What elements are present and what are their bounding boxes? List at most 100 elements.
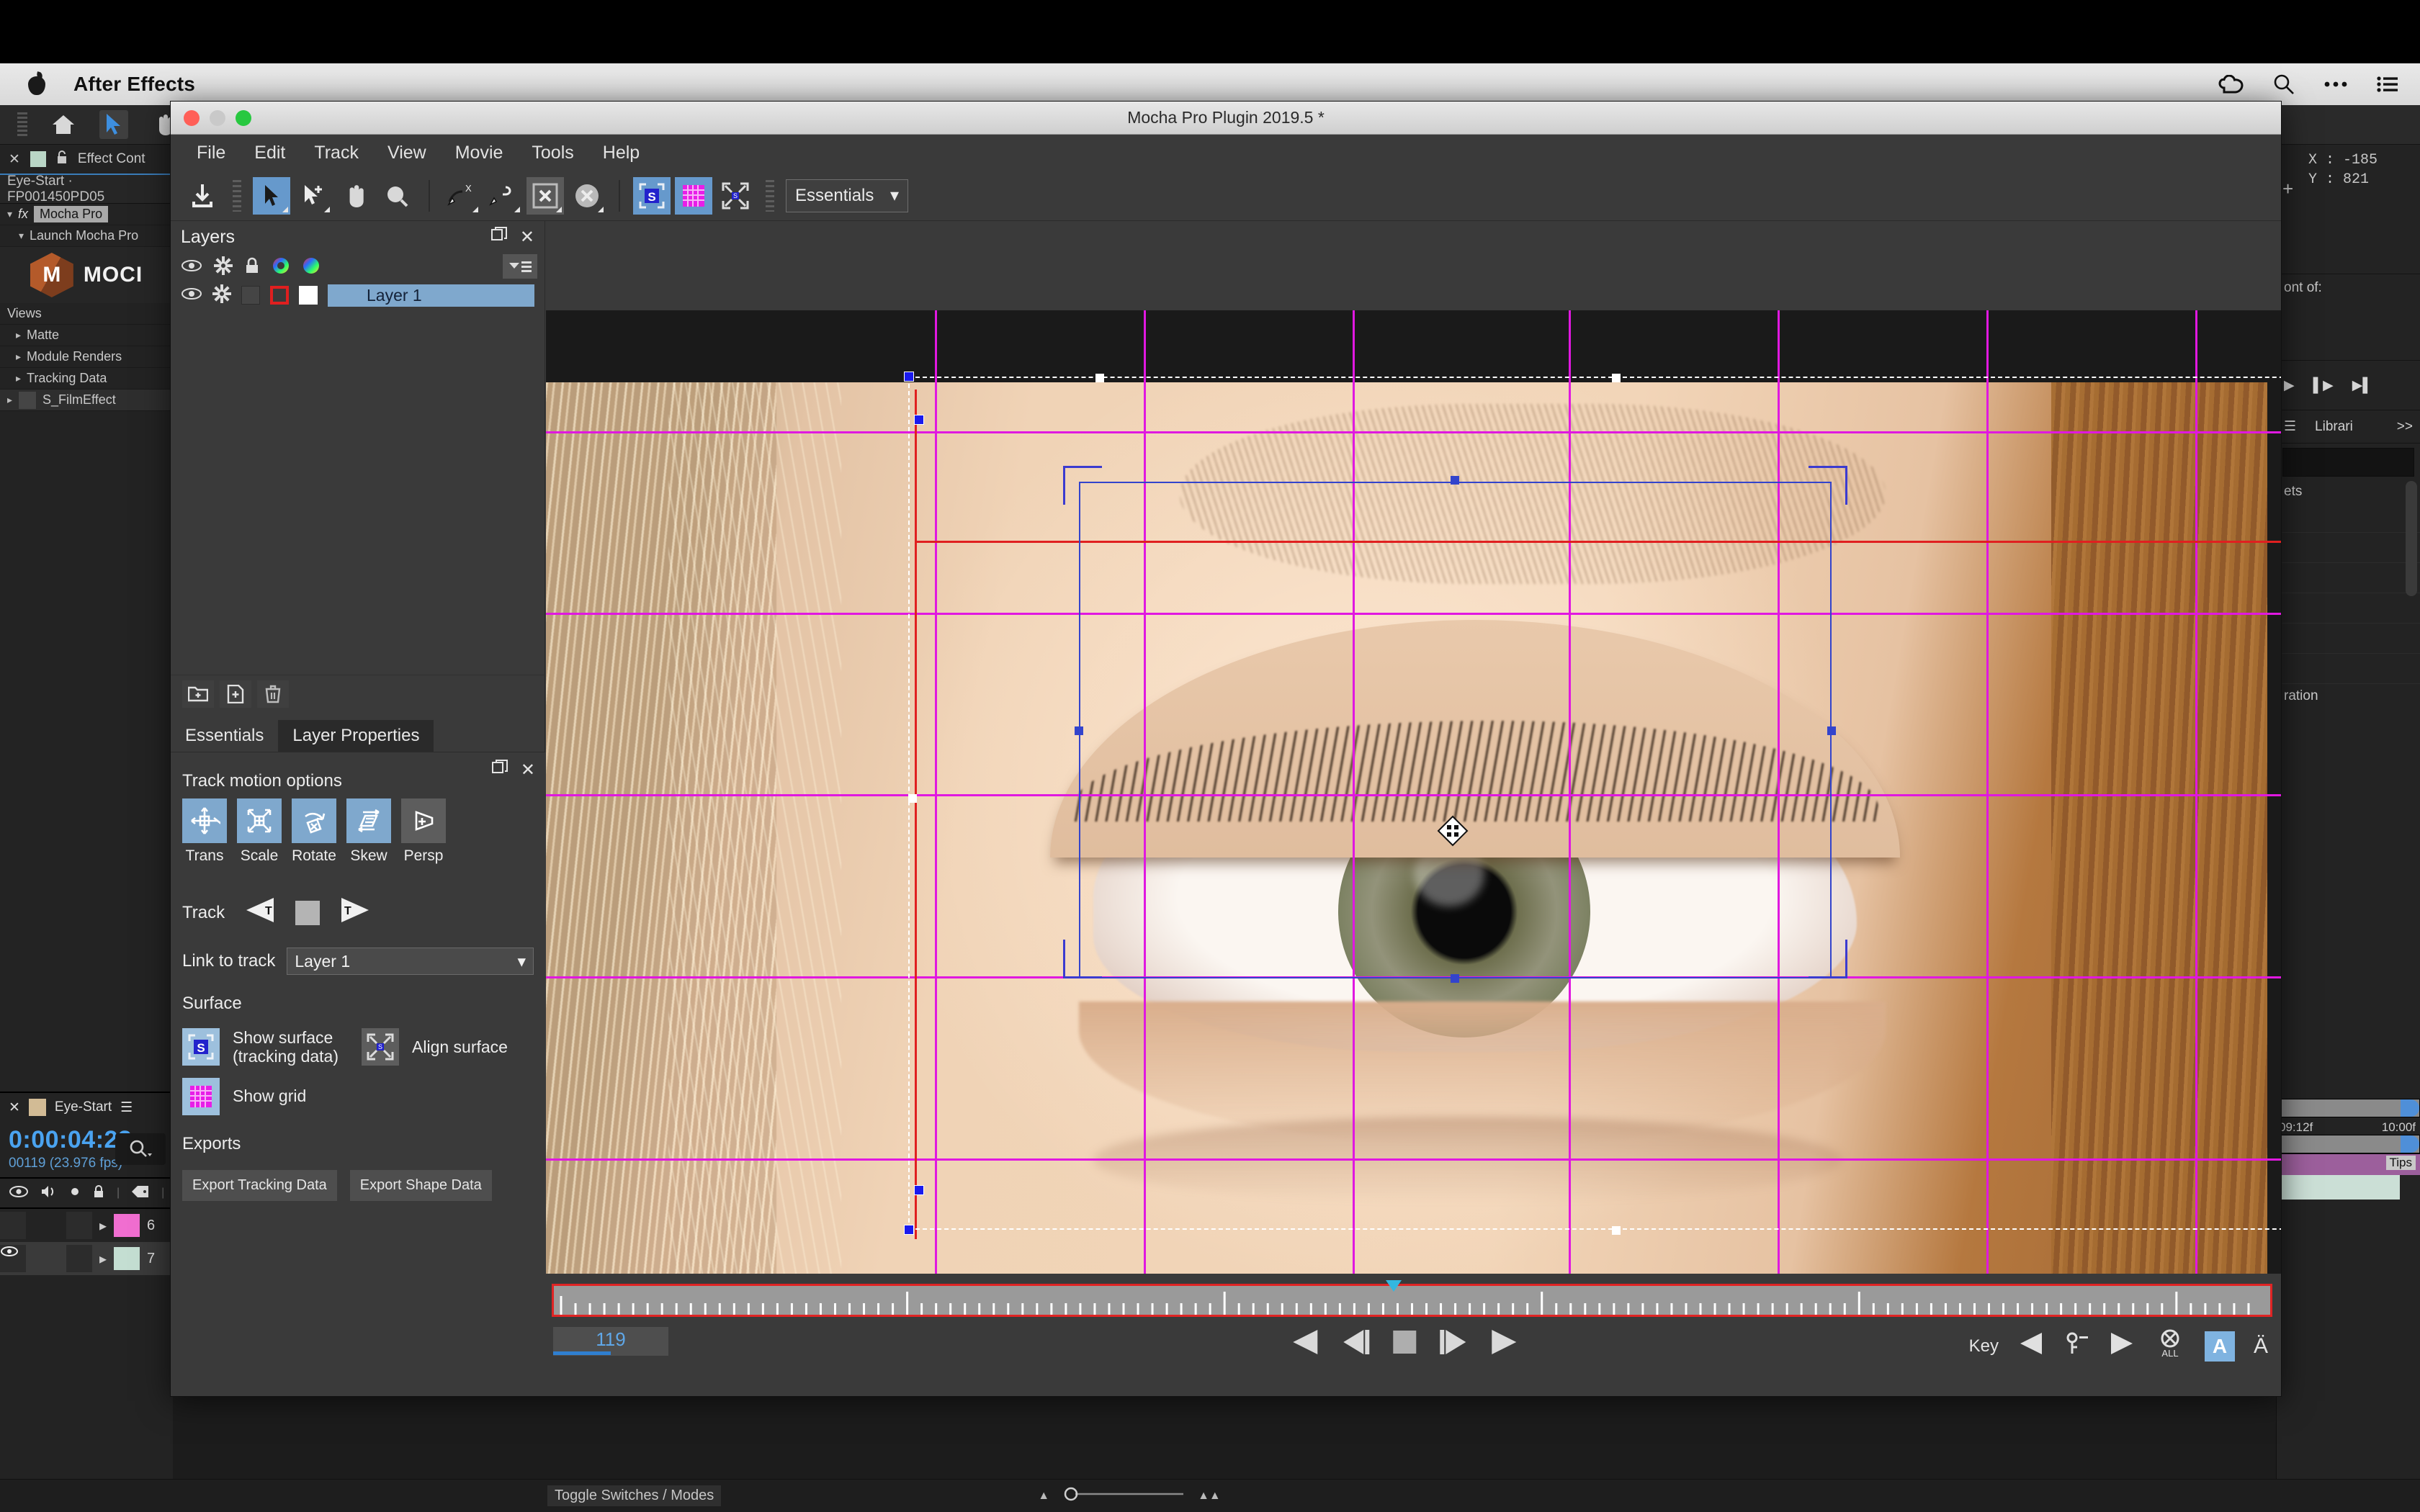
mocha-titlebar[interactable]: Mocha Pro Plugin 2019.5 * [171,102,2281,135]
ae-section-tracking-data[interactable]: ▸ Tracking Data [0,368,173,390]
menu-item-tools[interactable]: Tools [517,143,588,163]
ae-section-s-filmeffect[interactable]: ▸ S_FilmEffect [0,390,173,411]
close-icon[interactable]: ✕ [9,1099,20,1116]
scrollbar[interactable] [2406,481,2417,596]
surface-corner-tr[interactable] [1809,466,1847,505]
fill-color-wheel-icon[interactable] [302,256,321,279]
tab-layer-properties[interactable]: Layer Properties [278,720,434,752]
ae-timeline-search-button[interactable] [115,1133,166,1165]
tips-badge[interactable]: Tips [2385,1156,2416,1170]
show-surface-label[interactable]: Show surface (tracking data) [233,1028,339,1066]
perspective-icon[interactable] [401,798,446,843]
ae-effect-row-mocha-pro[interactable]: ▾ fx Mocha Pro [0,204,173,225]
viewer-canvas[interactable] [546,310,2281,1274]
ellipsis-icon[interactable] [2323,80,2348,89]
close-icon[interactable]: ✕ [520,227,534,248]
import-icon[interactable] [184,177,221,215]
lock-icon[interactable] [56,150,68,168]
go-to-end-icon[interactable]: ▶▌ [2352,377,2372,394]
ae-timeline-tab[interactable]: ✕ Eye-Start ☰ [0,1093,173,1122]
menu-item-track[interactable]: Track [300,143,373,163]
surface-corner-tl[interactable] [1063,466,1102,505]
scale-icon[interactable] [237,798,282,843]
bbox-handle[interactable] [1612,1226,1621,1235]
align-surface-icon[interactable]: S [362,1028,400,1066]
add-point-tool-icon[interactable] [295,177,332,215]
outline-color-wheel-icon[interactable] [272,256,290,279]
surface-mid-handle-bottom[interactable] [1451,974,1459,983]
list-item[interactable] [2277,563,2420,593]
solo-icon[interactable] [69,1186,81,1201]
chevron-right-icon[interactable]: ▸ [16,351,21,363]
layer-outline-color-swatch[interactable] [270,286,289,305]
play-backwards-icon[interactable] [1290,1328,1320,1359]
link-to-track-select[interactable]: Layer 1 ▾ [287,948,534,975]
list-item[interactable] [2277,503,2420,533]
track-backwards-icon[interactable]: T [243,896,277,929]
panel-menu-icon[interactable] [503,254,537,279]
zoom-slider[interactable] [1062,1487,1185,1505]
selection-tool-icon[interactable] [99,110,128,139]
effect-enable-toggle[interactable] [18,390,37,410]
play-icon[interactable]: ▶ [2284,377,2295,394]
small-mountain-icon[interactable]: ▲ [1038,1490,1049,1503]
autokey-icon[interactable]: A [2204,1331,2235,1362]
minimize-window-button[interactable] [210,109,225,126]
layer-fill-color-swatch[interactable] [299,286,318,305]
ae-layer-bar-mint[interactable] [2276,1175,2400,1200]
skew-icon[interactable] [346,798,391,843]
float-panel-icon[interactable] [491,760,508,780]
ae-libraries-search-input[interactable] [2282,448,2414,477]
toggle-switches-modes-button[interactable]: Toggle Switches / Modes [547,1485,722,1506]
apple-logo-icon[interactable] [26,72,48,96]
playhead-marker[interactable] [1386,1280,1402,1292]
mocha-viewer[interactable] [546,310,2281,1274]
layer-label-color[interactable] [114,1214,140,1237]
chevron-down-icon[interactable]: ▾ [7,208,12,220]
next-keyframe-icon[interactable] [2108,1331,2136,1361]
align-surface-label[interactable]: Align surface [412,1038,508,1057]
ae-section-module-renders[interactable]: ▸ Module Renders [0,346,173,368]
spline-handle[interactable] [914,1185,924,1195]
panel-menu-icon[interactable]: ☰ [2284,418,2296,435]
close-icon[interactable]: ✕ [9,151,20,168]
lock-toggle[interactable] [241,286,260,305]
bbox-handle[interactable] [908,794,917,803]
creative-cloud-icon[interactable] [2218,75,2244,94]
track-forwards-icon[interactable]: T [339,896,372,929]
tab-libraries[interactable]: Librari [2315,419,2353,435]
visibility-toggle[interactable] [0,1245,26,1272]
table-row[interactable]: ▸ 6 [0,1209,173,1242]
menu-item-edit[interactable]: Edit [240,143,300,163]
chevron-right-icon[interactable]: ▸ [7,394,12,406]
list-item[interactable] [2277,624,2420,654]
step-forward-icon[interactable] [1438,1328,1469,1359]
current-frame-field[interactable]: 119 [553,1327,668,1356]
delete-layer-icon[interactable] [257,680,289,708]
control-center-icon[interactable] [2377,76,2398,93]
spline-handle[interactable] [904,372,914,382]
prev-keyframe-icon[interactable] [2017,1331,2045,1361]
toolbar-grabber[interactable] [233,179,241,212]
maximize-window-button[interactable] [236,109,251,126]
stop-icon[interactable] [295,900,321,925]
step-back-icon[interactable] [1340,1328,1371,1359]
table-row[interactable]: ▸ 7 [0,1242,173,1275]
menu-item-view[interactable]: View [373,143,441,163]
visibility-icon[interactable] [181,287,202,304]
menu-item-movie[interactable]: Movie [441,143,518,163]
visibility-toggle[interactable] [0,1212,26,1239]
show-grid-icon[interactable] [675,176,712,215]
tab-essentials[interactable]: Essentials [171,720,278,752]
show-surface-icon[interactable]: S [182,1028,220,1066]
list-item[interactable] [2277,593,2420,624]
workspace-selector[interactable]: Essentials ▾ [786,179,908,212]
ae-section-views[interactable]: Views [0,303,173,325]
spline-handle[interactable] [914,415,924,425]
ae-work-area-bar-2[interactable] [2276,1135,2420,1153]
search-icon[interactable] [2273,73,2295,95]
bbox-handle[interactable] [1095,374,1104,382]
lock-icon[interactable] [244,257,260,278]
chevron-down-icon[interactable]: ▾ [19,230,24,242]
close-icon[interactable]: ✕ [521,760,535,780]
